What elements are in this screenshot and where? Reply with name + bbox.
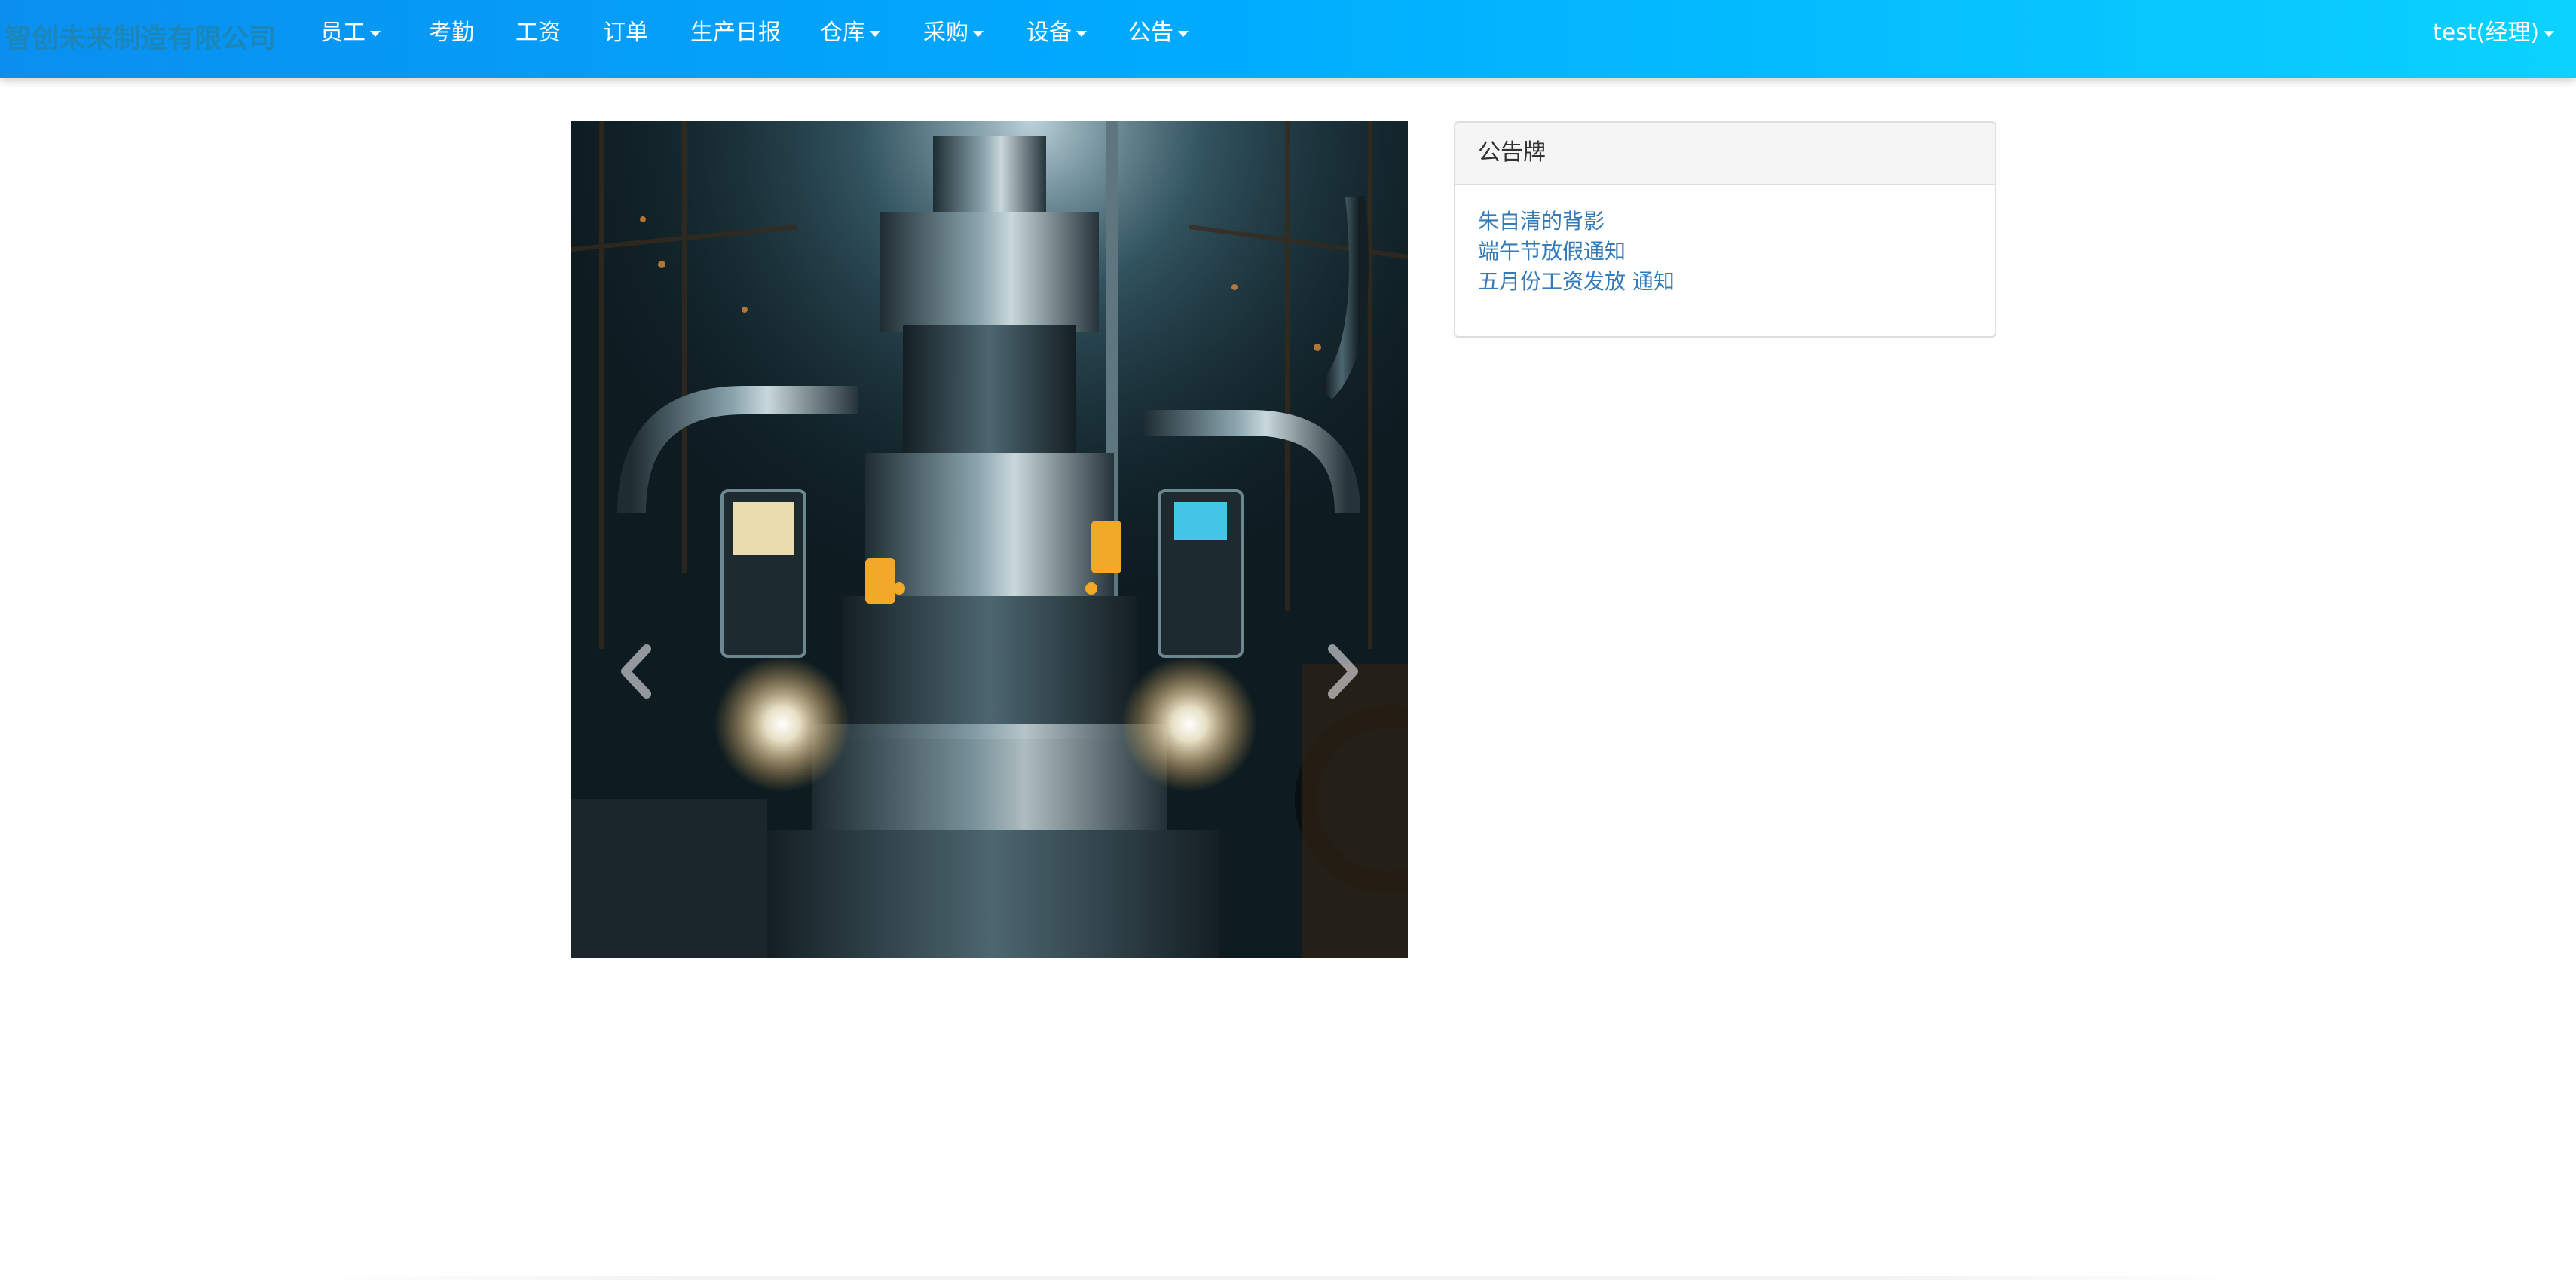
notice-link[interactable]: 五月份工资发放 通知 — [1478, 267, 1972, 297]
nav-item-label: 工资 — [516, 20, 561, 46]
nav-item-attendance[interactable]: 考勤 — [429, 0, 474, 66]
brand-logo-text[interactable]: 智创未来制造有限公司 — [5, 0, 276, 78]
notice-link[interactable]: 端午节放假通知 — [1478, 237, 1972, 267]
nav-item-label: 员工 — [320, 20, 366, 46]
nav-item-purchase[interactable]: 采购 — [923, 0, 984, 66]
chevron-right-icon — [1328, 644, 1358, 699]
footer-divider — [301, 1276, 2261, 1280]
caret-down-icon — [2544, 30, 2555, 37]
carousel-prev-button[interactable] — [610, 641, 663, 702]
caret-down-icon — [370, 30, 381, 37]
nav-item-announcements[interactable]: 公告 — [1128, 0, 1189, 66]
nav-item-label: 考勤 — [429, 20, 474, 46]
nav-item-warehouse[interactable]: 仓库 — [820, 0, 880, 66]
nav-item-label: 公告 — [1128, 20, 1173, 46]
nav-item-production-daily[interactable]: 生产日报 — [690, 0, 781, 66]
nav-item-orders[interactable]: 订单 — [603, 0, 648, 66]
user-menu-label: test(经理) — [2433, 20, 2540, 46]
notice-link[interactable]: 朱自清的背影 — [1478, 206, 1972, 237]
caret-down-icon — [1076, 30, 1087, 37]
image-carousel[interactable] — [571, 121, 1408, 958]
factory-machine-image — [571, 121, 1408, 958]
notice-board-panel: 公告牌 朱自清的背影 端午节放假通知 五月份工资发放 通知 — [1454, 121, 1996, 338]
caret-down-icon — [973, 30, 984, 37]
caret-down-icon — [870, 30, 880, 37]
nav-item-label: 仓库 — [820, 20, 865, 46]
notice-board-title: 公告牌 — [1455, 123, 1995, 185]
nav-item-label: 生产日报 — [690, 20, 781, 46]
nav-item-equipment[interactable]: 设备 — [1026, 0, 1087, 66]
nav-item-label: 设备 — [1026, 20, 1072, 46]
nav-item-employee[interactable]: 员工 — [320, 0, 381, 66]
nav-item-salary[interactable]: 工资 — [516, 0, 561, 66]
notice-board-body: 朱自清的背影 端午节放假通知 五月份工资发放 通知 — [1455, 185, 1995, 318]
nav-item-label: 采购 — [923, 20, 968, 46]
chevron-left-icon — [621, 644, 651, 699]
caret-down-icon — [1178, 30, 1189, 37]
top-navbar: 智创未来制造有限公司 员工 考勤 工资 订单 生产日报 仓库 采购 设备 公告 … — [0, 0, 2576, 78]
user-menu[interactable]: test(经理) — [2433, 0, 2555, 66]
nav-item-label: 订单 — [603, 20, 648, 46]
carousel-next-button[interactable] — [1316, 641, 1369, 702]
